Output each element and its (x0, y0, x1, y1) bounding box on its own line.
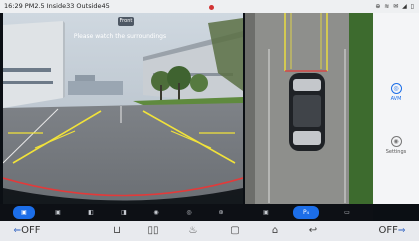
camera-warning-message: Please watch the surroundings (73, 33, 167, 40)
rear-wide-button[interactable]: ◎ (178, 206, 200, 219)
record-button[interactable]: ▭ (336, 206, 358, 219)
split-screen-icon: ▯▯ (147, 225, 159, 236)
seat-button[interactable]: ⊔ (108, 223, 126, 239)
record-icon: ▭ (344, 209, 350, 216)
left-climate-off[interactable]: ⇐OFF (4, 223, 50, 239)
3d-view-icon: ⊛ (218, 209, 224, 216)
status-icons: ⊕ ≋ ✉ ◢ ▯ (375, 3, 415, 10)
right-arrow-icon: ⇒ (397, 226, 406, 236)
recording-indicator (209, 5, 214, 10)
home-button[interactable]: ⌂ (266, 223, 284, 239)
bird-eye-scene (245, 13, 373, 204)
settings-button[interactable]: ◉ Settings (373, 136, 419, 155)
bottom-nav-bar (0, 221, 419, 241)
parking-assist-icon: P₄ (302, 209, 310, 216)
left-arrow-icon: ⇐ (13, 226, 22, 236)
front-camera-icon: ▣ (21, 209, 27, 216)
settings-label: Settings (385, 149, 407, 155)
camera-scene (3, 13, 243, 204)
overview-icon: ▢ (230, 225, 240, 236)
fan-button[interactable]: ♨ (184, 223, 202, 239)
back-icon: ↩ (308, 225, 318, 236)
front-camera-view (3, 13, 243, 204)
seat-icon: ⊔ (113, 225, 121, 236)
front-wide-icon: ◉ (153, 209, 159, 216)
left-off-label: OFF (21, 225, 41, 236)
left-camera-icon: ◧ (88, 209, 94, 216)
rear-camera-icon: ▣ (55, 209, 61, 216)
left-camera-button[interactable]: ◧ (80, 206, 102, 219)
bird-eye-view (245, 13, 373, 204)
overview-button[interactable]: ▢ (226, 223, 244, 239)
split-screen-button[interactable]: ▯▯ (144, 223, 162, 239)
right-off-label: OFF (378, 225, 398, 236)
rear-wide-icon: ◎ (186, 209, 192, 216)
right-camera-icon: ◨ (121, 209, 127, 216)
status-text: 16:29 PM2.5 Inside33 Outside45 (4, 2, 110, 10)
3d-view-button[interactable]: ⊛ (210, 206, 232, 219)
camera-tag: Front (118, 17, 134, 26)
parking-assist-button[interactable]: P₄ (293, 206, 319, 219)
rear-camera-button[interactable]: ▣ (47, 206, 69, 219)
avm-icon: ◎ (390, 83, 402, 94)
front-wide-button[interactable]: ◉ (145, 206, 167, 219)
avm-button[interactable]: ◎ AVM (373, 83, 419, 102)
car-view-button[interactable]: ▣ (255, 206, 277, 219)
right-climate-off[interactable]: OFF⇒ (368, 223, 416, 239)
front-camera-button[interactable]: ▣ (13, 206, 35, 219)
car-view-icon: ▣ (263, 209, 269, 216)
home-icon: ⌂ (271, 225, 279, 236)
fan-icon: ♨ (188, 225, 198, 236)
side-panel: ◎ AVM ◉ Settings (373, 13, 419, 204)
settings-icon: ◉ (390, 136, 402, 147)
back-button[interactable]: ↩ (304, 223, 322, 239)
avm-label: AVM (390, 96, 402, 102)
right-camera-button[interactable]: ◨ (113, 206, 135, 219)
